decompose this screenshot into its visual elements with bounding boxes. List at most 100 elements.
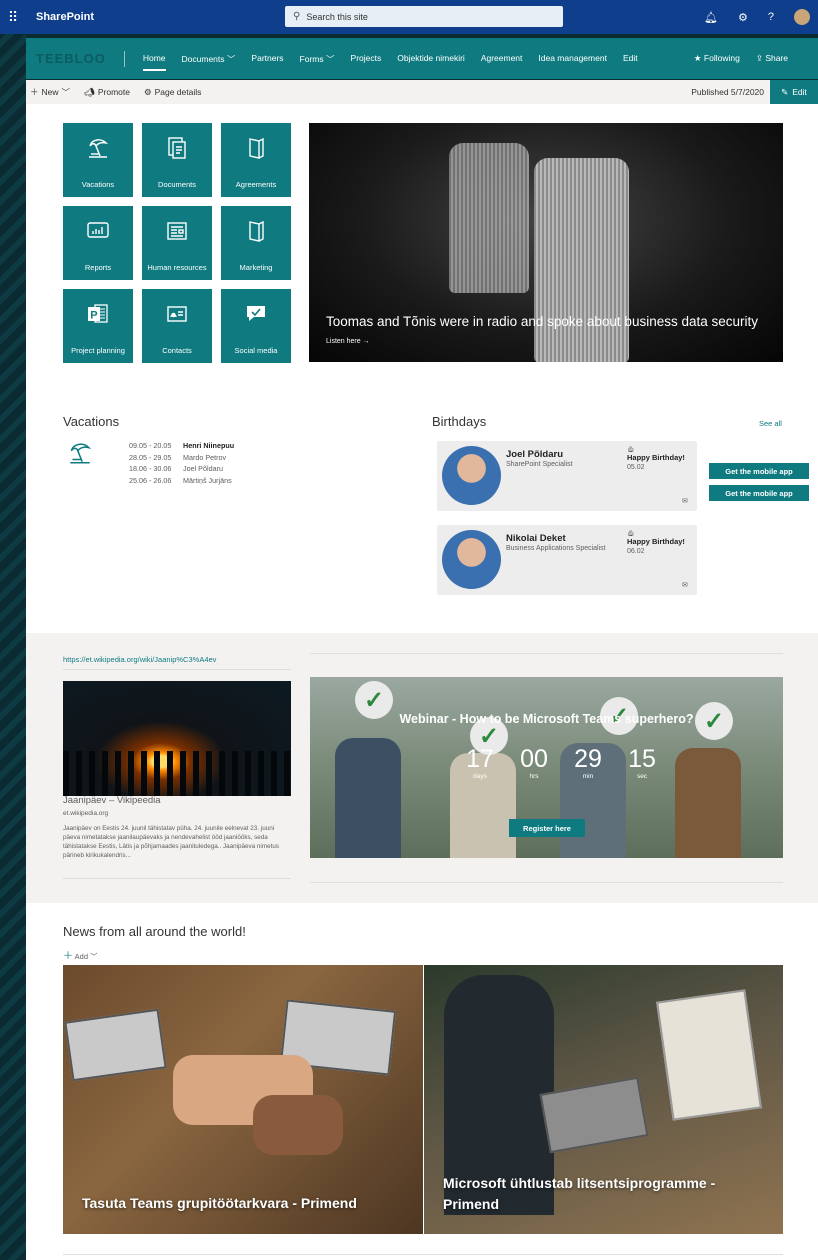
mail-icon[interactable]: ✉ bbox=[682, 497, 688, 505]
hands-image bbox=[253, 1095, 343, 1155]
avatar[interactable] bbox=[794, 9, 810, 25]
vacation-name: Joel Põldaru bbox=[183, 464, 223, 473]
news-item[interactable]: Microsoft ühtlustab litsentsiprogramme -… bbox=[424, 965, 783, 1234]
birthday-card[interactable]: Joel Põldaru SharePoint Specialist 🎂︎ Ha… bbox=[437, 441, 697, 511]
get-mobile-app-button[interactable]: Get the mobile app bbox=[709, 485, 809, 501]
app-name[interactable]: SharePoint bbox=[36, 11, 94, 23]
help-icon[interactable]: ? bbox=[768, 11, 774, 23]
pencil-icon: ✎ bbox=[781, 86, 789, 97]
app-launcher-icon[interactable]: ⠿ bbox=[0, 9, 26, 26]
promote-button[interactable]: 📣︎ Promote bbox=[84, 87, 130, 98]
nav-idea-management[interactable]: Idea management bbox=[538, 53, 607, 65]
bonfire-image[interactable] bbox=[63, 681, 291, 796]
countdown-label: min bbox=[582, 773, 594, 780]
hero-link[interactable]: Listen here → bbox=[326, 338, 370, 345]
notifications-icon[interactable]: 🔔︎ bbox=[704, 11, 718, 24]
news-item[interactable]: Tasuta Teams grupitöötarkvara - Primend bbox=[63, 965, 423, 1234]
list-item: 09.05 - 20.05 Henri Niinepuu bbox=[129, 440, 234, 452]
nav-partners[interactable]: Partners bbox=[251, 53, 283, 65]
nav-forms-label: Forms bbox=[299, 53, 324, 64]
nav-projects[interactable]: Projects bbox=[351, 53, 382, 65]
published-status: Published 5/7/2020 bbox=[691, 87, 764, 97]
search-icon: ⚲ bbox=[293, 11, 301, 22]
tile-agreements[interactable]: Agreements bbox=[221, 123, 291, 197]
search-box[interactable]: ⚲ Search this site bbox=[285, 6, 563, 27]
quick-links: Vacations Documents Agreements Reports H… bbox=[63, 123, 291, 363]
nav-edit[interactable]: Edit bbox=[623, 53, 638, 65]
nav-forms[interactable]: Forms ﹀ bbox=[300, 53, 335, 65]
cake-icon: 🎂︎ bbox=[627, 447, 635, 453]
tile-contacts[interactable]: Contacts bbox=[142, 289, 212, 363]
add-news-button[interactable]: ＋ Add ﹀ bbox=[63, 947, 98, 962]
tile-social-media[interactable]: Social media bbox=[221, 289, 291, 363]
settings-icon[interactable]: ⚙ bbox=[738, 11, 748, 24]
avatar bbox=[442, 530, 501, 589]
avatar bbox=[442, 446, 501, 505]
news-title: News from all around the world! bbox=[63, 924, 246, 939]
list-item: 18.06 - 30.06 Joel Põldaru bbox=[129, 463, 234, 475]
news-icon bbox=[165, 210, 189, 252]
birthday-card[interactable]: Nikolai Deket Business Applications Spec… bbox=[437, 525, 697, 595]
nav-objektide-nimekiri[interactable]: Objektide nimekiri bbox=[397, 53, 465, 65]
background-pattern bbox=[0, 0, 26, 1260]
get-mobile-app-button[interactable]: Get the mobile app bbox=[709, 463, 809, 479]
plus-icon: ＋ bbox=[63, 951, 73, 962]
wiki-title[interactable]: Jaanipäev – Vikipeedia bbox=[63, 795, 161, 806]
following-label: Following bbox=[703, 53, 740, 63]
book-icon bbox=[245, 127, 267, 169]
wiki-url-link[interactable]: https://et.wikipedia.org/wiki/Jaanip%C3%… bbox=[63, 655, 216, 664]
see-all-link[interactable]: See all bbox=[759, 419, 782, 428]
svg-text:P: P bbox=[90, 310, 97, 322]
person-job: Business Applications Specialist bbox=[506, 545, 606, 552]
page-details-button[interactable]: ⚙ Page details bbox=[144, 87, 201, 98]
divider bbox=[63, 878, 291, 879]
nav-home[interactable]: Home bbox=[142, 53, 166, 71]
new-label: New bbox=[41, 87, 59, 97]
birthdays-title: Birthdays bbox=[432, 414, 487, 429]
register-button[interactable]: Register here bbox=[509, 819, 585, 837]
nav-documents[interactable]: Documents ﹀ bbox=[182, 53, 236, 65]
countdown-timer: 17 days 00 hrs 29 min 15 sec bbox=[460, 745, 662, 780]
following-button[interactable]: ★ Following bbox=[694, 53, 740, 64]
mail-icon[interactable]: ✉ bbox=[682, 581, 688, 589]
person-name: Joel Põldaru bbox=[506, 449, 564, 460]
tile-reports[interactable]: Reports bbox=[63, 206, 133, 280]
beach-umbrella-icon bbox=[87, 127, 109, 169]
news-caption: Tasuta Teams grupitöötarkvara - Primend bbox=[82, 1195, 357, 1211]
list-item: 28.05 - 29.05 Mardo Petrov bbox=[129, 452, 234, 464]
logo-divider bbox=[123, 50, 125, 67]
vacations-title: Vacations bbox=[63, 414, 120, 429]
laptop-image bbox=[539, 1076, 649, 1154]
tile-project-planning[interactable]: P Project planning bbox=[63, 289, 133, 363]
plus-icon: ＋ bbox=[30, 87, 39, 97]
countdown-label: sec bbox=[636, 773, 648, 780]
page-canvas: Vacations Documents Agreements Reports H… bbox=[26, 104, 818, 1260]
nav-documents-label: Documents bbox=[181, 53, 225, 64]
countdown-value: 15 bbox=[628, 745, 656, 773]
vacation-dates: 09.05 - 20.05 bbox=[129, 441, 172, 450]
birthday-date: 06.02 bbox=[627, 548, 645, 555]
divider bbox=[63, 1254, 783, 1255]
tile-documents[interactable]: Documents bbox=[142, 123, 212, 197]
hero-banner[interactable]: Toomas and Tõnis were in radio and spoke… bbox=[309, 123, 783, 362]
nav-agreement[interactable]: Agreement bbox=[481, 53, 523, 65]
birthday-greeting: Happy Birthday! bbox=[627, 453, 685, 462]
tile-marketing[interactable]: Marketing bbox=[221, 206, 291, 280]
hero-title: Toomas and Tõnis were in radio and spoke… bbox=[326, 314, 759, 329]
edit-button[interactable]: ✎ Edit bbox=[770, 80, 818, 104]
new-button[interactable]: ＋ New ﹀ bbox=[30, 86, 70, 98]
command-bar: ＋ New ﹀ 📣︎ Promote ⚙ Page details Published … bbox=[26, 80, 818, 104]
tile-label: Documents bbox=[158, 179, 196, 189]
webinar-countdown: ✓ ✓ ✓ ✓ Webinar - How to be Microsoft Te… bbox=[310, 677, 783, 858]
tile-vacations[interactable]: Vacations bbox=[63, 123, 133, 197]
edit-label: Edit bbox=[792, 87, 807, 97]
tile-label: Vacations bbox=[81, 179, 115, 189]
countdown-value: 17 bbox=[466, 745, 494, 773]
tile-human-resources[interactable]: Human resources bbox=[142, 206, 212, 280]
share-button[interactable]: ⇪ Share bbox=[756, 53, 788, 64]
countdown-hours: 00 hrs bbox=[514, 745, 554, 780]
tile-label: Project planning bbox=[71, 345, 125, 355]
laptop-image bbox=[64, 1008, 167, 1082]
site-logo[interactable]: TEEBLOO bbox=[36, 51, 106, 66]
vacation-dates: 25.06 - 26.06 bbox=[129, 475, 172, 485]
